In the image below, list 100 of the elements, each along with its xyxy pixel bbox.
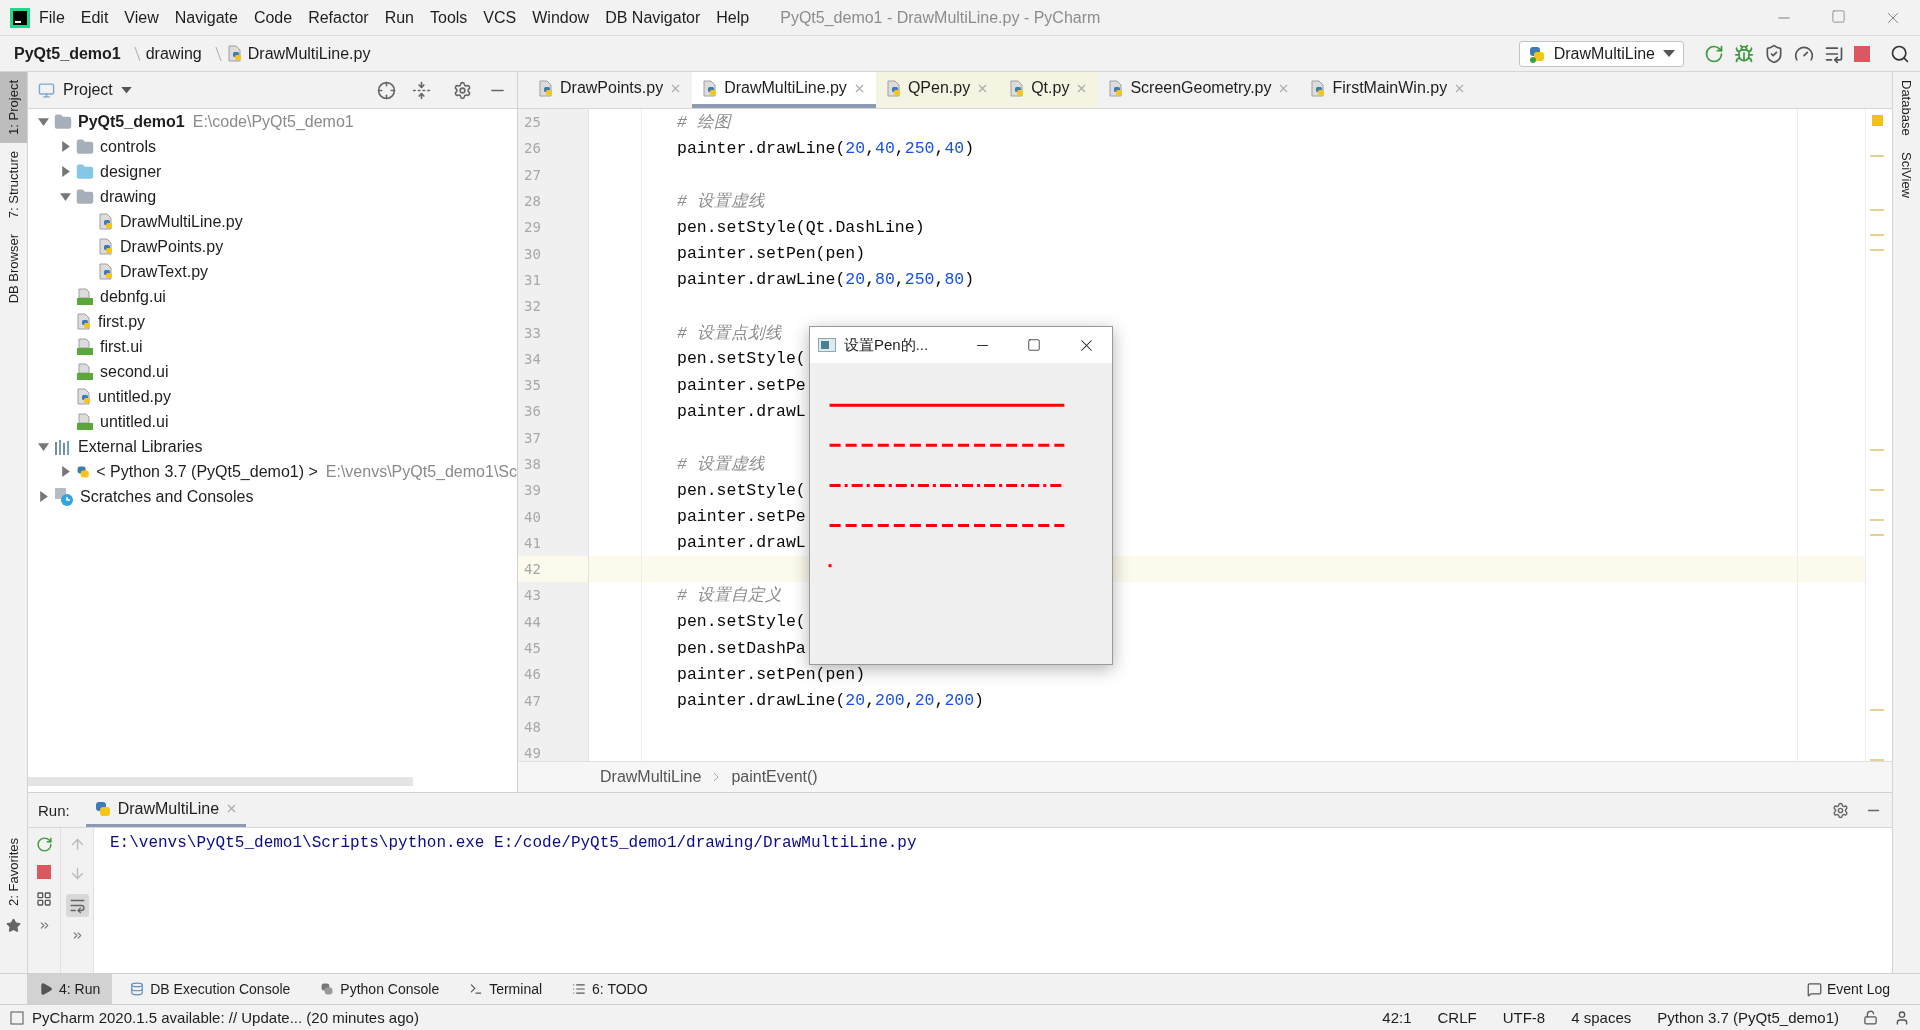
- tree-item[interactable]: External Libraries: [28, 434, 517, 459]
- soft-wrap-button[interactable]: [65, 894, 89, 917]
- tree-item[interactable]: < Python 3.7 (PyQt5_demo1) > E:\venvs\PyQt5_demo1\Sc: [28, 459, 517, 484]
- menu-item[interactable]: View: [117, 4, 166, 31]
- restore-icon[interactable]: [1831, 8, 1846, 24]
- scroll-marker[interactable]: [1870, 534, 1884, 536]
- inspector-icon[interactable]: [1894, 1009, 1910, 1026]
- tree-item[interactable]: second.ui: [28, 359, 517, 384]
- layout-icon[interactable]: [36, 891, 52, 907]
- status-item[interactable]: UTF-8: [1502, 1009, 1546, 1026]
- menu-item[interactable]: Refactor: [301, 4, 376, 31]
- tool-window-tab[interactable]: Database: [1893, 72, 1920, 144]
- tool-window-tab[interactable]: 1: Project: [0, 72, 27, 143]
- expanded-arrow-icon[interactable]: [37, 441, 49, 452]
- scroll-marker[interactable]: [1870, 759, 1884, 761]
- menu-item[interactable]: File: [32, 4, 72, 31]
- tree-item[interactable]: untitled.py: [28, 384, 517, 409]
- unlock-icon[interactable]: [1863, 1010, 1878, 1025]
- collapsed-arrow-icon[interactable]: [37, 491, 49, 502]
- python-icon: [93, 799, 112, 818]
- tree-item[interactable]: Scratches and Consoles: [28, 484, 517, 509]
- menu-item[interactable]: Code: [246, 4, 300, 31]
- run-config-dropdown[interactable]: DrawMultiLine: [1518, 40, 1684, 67]
- tool-window-tab[interactable]: 2: Favorites: [0, 830, 27, 914]
- maximize-icon[interactable]: [1027, 338, 1041, 352]
- caret-icon: [1663, 49, 1675, 58]
- scroll-marker[interactable]: [1870, 709, 1884, 711]
- menu-item[interactable]: VCS: [476, 4, 524, 31]
- editor-tab[interactable]: ScreenGeometry.py: [1098, 72, 1301, 108]
- status-item[interactable]: Python 3.7 (PyQt5_demo1): [1657, 1009, 1839, 1026]
- status-item[interactable]: CRLF: [1437, 1009, 1477, 1026]
- editor-tab[interactable]: DrawMultiLine.py: [692, 72, 876, 108]
- breadcrumb[interactable]: paintEvent(): [731, 768, 818, 786]
- tool-window-button[interactable]: Terminal: [457, 974, 555, 1004]
- editor-tab[interactable]: FirstMainWin.py: [1300, 72, 1477, 108]
- tool-window-button[interactable]: 6: TODO: [560, 974, 660, 1004]
- event-log-button[interactable]: Event Log: [1806, 981, 1890, 997]
- tool-window-tab[interactable]: 7: Structure: [0, 142, 27, 227]
- caret-icon[interactable]: [120, 86, 132, 94]
- breadcrumb[interactable]: DrawMultiLine: [600, 768, 702, 786]
- tool-window-tab[interactable]: DB Browser: [0, 226, 27, 312]
- tree-item[interactable]: DrawPoints.py: [28, 234, 517, 259]
- search-icon[interactable]: [1890, 43, 1910, 64]
- menu-item[interactable]: Help: [709, 4, 757, 31]
- scroll-marker[interactable]: [1870, 489, 1884, 491]
- rerun-icon[interactable]: [35, 836, 53, 853]
- stop-icon[interactable]: [1854, 45, 1870, 62]
- tree-item[interactable]: controls: [28, 134, 517, 159]
- expanded-arrow-icon[interactable]: [59, 191, 71, 202]
- expanded-arrow-icon[interactable]: [37, 116, 49, 127]
- menu-item[interactable]: Run: [377, 4, 421, 31]
- locate-icon[interactable]: [377, 80, 396, 100]
- collapsed-arrow-icon[interactable]: [59, 166, 71, 177]
- collapsed-arrow-icon[interactable]: [59, 466, 71, 477]
- menu-item[interactable]: DB Navigator: [598, 4, 708, 31]
- tree-item[interactable]: first.ui: [28, 334, 517, 359]
- menu-item[interactable]: Tools: [423, 4, 475, 31]
- debug-icon[interactable]: [1734, 43, 1754, 64]
- editor-tab[interactable]: DrawPoints.py: [528, 72, 693, 108]
- tree-item[interactable]: first.py: [28, 309, 517, 334]
- scroll-marker[interactable]: [1870, 519, 1884, 521]
- breadcrumb[interactable]: PyQt5_demo1: [14, 44, 121, 63]
- settings-icon[interactable]: [453, 80, 472, 100]
- settings-icon[interactable]: [1832, 801, 1849, 819]
- breadcrumb[interactable]: DrawMultiLine.py: [226, 44, 371, 63]
- panel-title[interactable]: Project: [63, 81, 113, 99]
- menu-item[interactable]: Edit: [73, 4, 116, 31]
- status-message[interactable]: PyCharm 2020.1.5 available: // Update... (20 minutes ago): [32, 1009, 419, 1026]
- tree-item[interactable]: drawing: [28, 184, 517, 209]
- tree-item[interactable]: designer: [28, 159, 517, 184]
- scroll-marker[interactable]: [1870, 155, 1884, 157]
- tool-window-button[interactable]: 4: Run: [27, 974, 113, 1004]
- status-item[interactable]: 4 spaces: [1571, 1009, 1632, 1026]
- scroll-marker[interactable]: [1870, 209, 1884, 211]
- run-tab[interactable]: DrawMultiLine: [85, 793, 247, 827]
- scroll-marker[interactable]: [1870, 449, 1884, 451]
- tree-item[interactable]: debnfg.ui: [28, 284, 517, 309]
- tree-item[interactable]: untitled.ui: [28, 409, 517, 434]
- scroll-marker[interactable]: [1870, 249, 1884, 251]
- rerun-icon[interactable]: [1704, 43, 1724, 64]
- menu-item[interactable]: Navigate: [167, 4, 245, 31]
- tree-item[interactable]: DrawMultiLine.py: [28, 209, 517, 234]
- tree-item[interactable]: DrawText.py: [28, 259, 517, 284]
- collapse-icon[interactable]: [412, 80, 431, 100]
- scroll-marker[interactable]: [1870, 234, 1884, 236]
- editor-tab[interactable]: QPen.py: [875, 72, 1000, 108]
- menu-item[interactable]: Window: [525, 4, 597, 31]
- editor-tab[interactable]: Qt.py: [999, 72, 1099, 108]
- code-line: painter.drawLine(20,40,250,40): [676, 138, 975, 158]
- tool-window-tab[interactable]: SciView: [1893, 143, 1920, 206]
- collapsed-arrow-icon[interactable]: [59, 141, 71, 152]
- tool-window-button[interactable]: Python Console: [308, 974, 452, 1004]
- status-panel-icon[interactable]: [10, 1010, 24, 1025]
- tool-window-button[interactable]: DB Execution Console: [118, 974, 303, 1004]
- coverage-icon[interactable]: [1764, 43, 1784, 64]
- tree-item[interactable]: PyQt5_demo1 E:\code\PyQt5_demo1: [28, 109, 517, 134]
- horizontal-scrollbar[interactable]: [28, 777, 413, 786]
- warning-marker[interactable]: [1872, 115, 1883, 126]
- breadcrumb[interactable]: drawing: [145, 44, 202, 63]
- status-item[interactable]: 42:1: [1382, 1009, 1412, 1026]
